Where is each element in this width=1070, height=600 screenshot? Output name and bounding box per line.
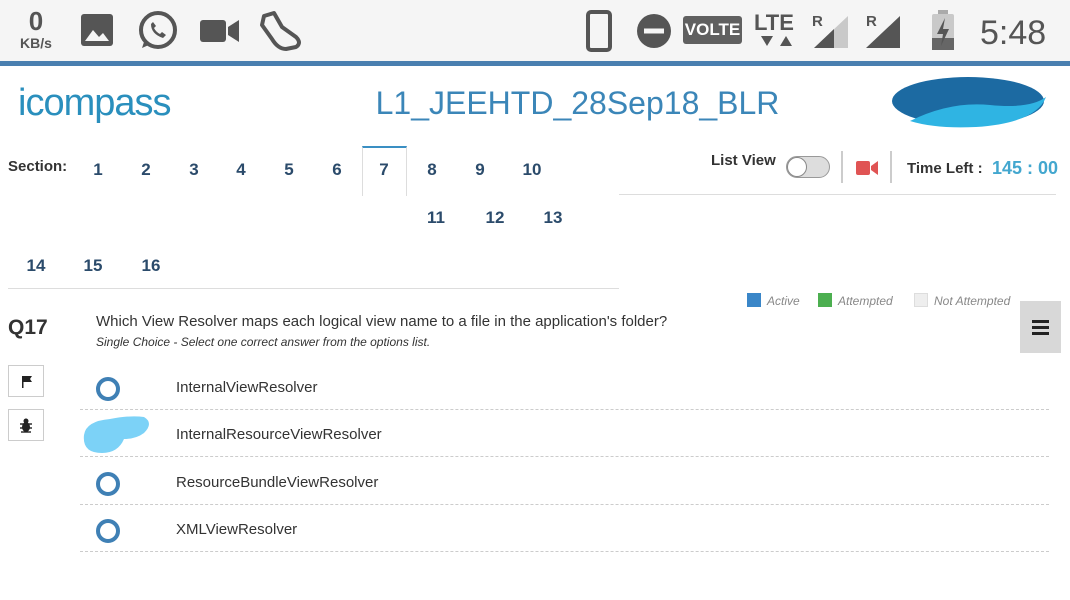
radio-button[interactable] [96,377,120,401]
legend-not-attempted-label: Not Attempted [934,294,1011,308]
status-bar-divider [0,61,1070,66]
list-view-label: List View [711,152,776,169]
bug-icon [20,418,32,433]
flag-icon [22,376,32,388]
shoe-icon [260,11,301,51]
hamburger-icon-bar [1032,332,1049,335]
legend-attempted-label: Attempted [838,294,893,308]
section-tab-2[interactable]: 2 [124,160,168,180]
section-tab-14[interactable]: 14 [14,256,58,276]
data-arrows-icon [761,36,792,46]
section-tab-9[interactable]: 9 [458,160,502,180]
answer-option[interactable]: ResourceBundleViewResolver [80,459,1049,505]
controls-divider [619,194,1056,195]
list-view-toggle[interactable] [786,156,830,178]
volte-badge: VOLTE [683,16,742,44]
status-bar: 0 KB/s VOLTE LTE R R 5:48 [0,0,1070,66]
flag-button[interactable] [8,365,44,397]
legend-active: Active [747,293,800,308]
signal-icon [814,16,848,48]
legend-attempted-swatch [818,293,832,307]
lte-indicator: LTE [754,10,794,36]
radio-button[interactable] [96,519,120,543]
video-camera-icon [200,20,239,42]
hamburger-icon-bar [1032,326,1049,329]
section-tab-1[interactable]: 1 [76,160,120,180]
signal-icon [866,16,900,48]
section-tab-15[interactable]: 15 [71,256,115,276]
section-nav-divider [8,288,619,289]
hamburger-icon-bar [1032,320,1049,323]
section-tab-7[interactable]: 7 [362,160,406,180]
whatsapp-icon [139,11,177,49]
network-speed: 0 KB/s [13,8,59,50]
answer-option[interactable]: InternalResourceViewResolver [80,411,1049,457]
answer-option-label: XMLViewResolver [176,521,298,538]
redaction-blob [83,416,149,453]
section-tab-16[interactable]: 16 [129,256,173,276]
lte-label: LTE [754,10,794,35]
question-number: Q17 [8,316,48,339]
section-tab-6[interactable]: 6 [315,160,359,180]
clock: 5:48 [980,14,1047,52]
answer-option-label: InternalViewResolver [176,379,318,396]
section-tab-13[interactable]: 13 [531,208,575,228]
network-speed-value: 0 [28,6,44,36]
brand-wave-logo [892,77,1046,128]
legend-active-label: Active [767,294,800,308]
control-separator [841,151,843,183]
list-view-toggle-knob [787,157,807,177]
section-tab-3[interactable]: 3 [172,160,216,180]
answer-option[interactable]: XMLViewResolver [80,506,1049,552]
legend-not-attempted: Not Attempted [914,293,1010,308]
answer-option-label: ResourceBundleViewResolver [176,474,379,491]
control-separator [890,151,892,183]
time-left-label: Time Left : [907,160,983,177]
phone-icon [586,10,612,52]
radio-button[interactable] [96,472,120,496]
section-tab-4[interactable]: 4 [219,160,263,180]
image-icon [81,14,113,46]
section-tab-12[interactable]: 12 [473,208,517,228]
network-speed-unit: KB/s [20,35,52,51]
section-tab-11[interactable]: 11 [414,208,458,228]
section-label: Section: [8,158,68,175]
report-bug-button[interactable] [8,409,44,441]
time-left-value: 145 : 00 [992,158,1059,178]
battery-charging-icon [932,10,954,50]
do-not-disturb-icon [637,14,671,48]
section-tab-5[interactable]: 5 [267,160,311,180]
answer-option[interactable]: InternalViewResolver [80,364,1049,410]
question-text: Which View Resolver maps each logical vi… [96,313,668,330]
question-instructions: Single Choice - Select one correct answe… [96,335,431,349]
legend-not-attempted-swatch [914,293,928,307]
section-tab-8[interactable]: 8 [410,160,454,180]
answer-option-label: InternalResourceViewResolver [176,426,382,443]
legend-attempted: Attempted [818,293,893,308]
menu-button[interactable] [1020,301,1061,353]
legend-active-swatch [747,293,761,307]
video-camera-icon[interactable] [856,160,878,176]
section-tab-10[interactable]: 10 [510,160,554,180]
